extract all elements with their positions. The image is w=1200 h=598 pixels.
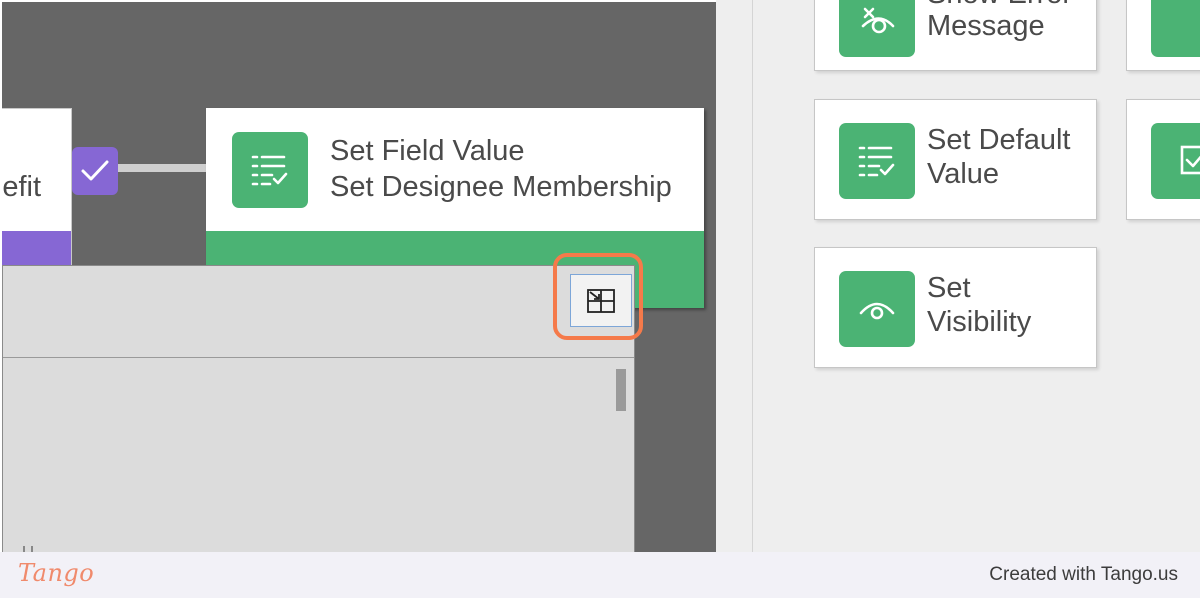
tile-label-line2: Value <box>927 158 1000 190</box>
tile-label-line1: Set Default <box>927 124 1071 156</box>
previous-node-card[interactable]: efit <box>2 108 72 268</box>
created-with-credit[interactable]: Created with Tango.us <box>989 564 1178 586</box>
checkbox-icon <box>1151 123 1200 199</box>
action-palette: Show Error Message Set Default <box>716 0 1200 552</box>
tile-set-default-value[interactable]: Set Default Value <box>814 99 1097 220</box>
check-badge[interactable] <box>72 147 118 195</box>
node-title: Set Field Value <box>330 135 525 167</box>
tile-set-visibility[interactable]: Set Visibility <box>814 247 1097 368</box>
previous-node-bar <box>2 231 71 267</box>
list-check-icon <box>839 123 915 199</box>
tile-label-line1: Set <box>927 272 971 304</box>
node-subtitle: Set Designee Membership <box>330 171 672 203</box>
tile-right-column-top[interactable] <box>1126 0 1200 71</box>
sidebar-separator <box>752 0 753 552</box>
error-hide-icon <box>839 0 915 57</box>
previous-node-label: efit <box>2 171 41 203</box>
tile-label-line2: Visibility <box>927 306 1032 338</box>
list-check-icon <box>232 132 308 208</box>
connector-line <box>118 164 206 172</box>
tile-right-column-middle[interactable] <box>1126 99 1200 220</box>
flow-canvas: efit Set Field Value Set Designee Member… <box>2 2 716 552</box>
click-highlight <box>553 253 643 340</box>
eye-icon <box>839 271 915 347</box>
list-check-icon <box>1151 0 1200 57</box>
tile-show-error-message[interactable]: Show Error Message <box>814 0 1097 71</box>
tile-label-line2: Message <box>927 10 1045 42</box>
panel-divider <box>3 357 634 358</box>
checkmark-icon <box>81 160 109 181</box>
screen: efit Set Field Value Set Designee Member… <box>0 0 1200 552</box>
panel-scrollbar[interactable] <box>616 369 626 411</box>
tango-logo[interactable]: Tango <box>18 559 94 587</box>
properties-panel <box>2 265 635 552</box>
footer-bar: Tango Created with Tango.us <box>0 552 1200 598</box>
